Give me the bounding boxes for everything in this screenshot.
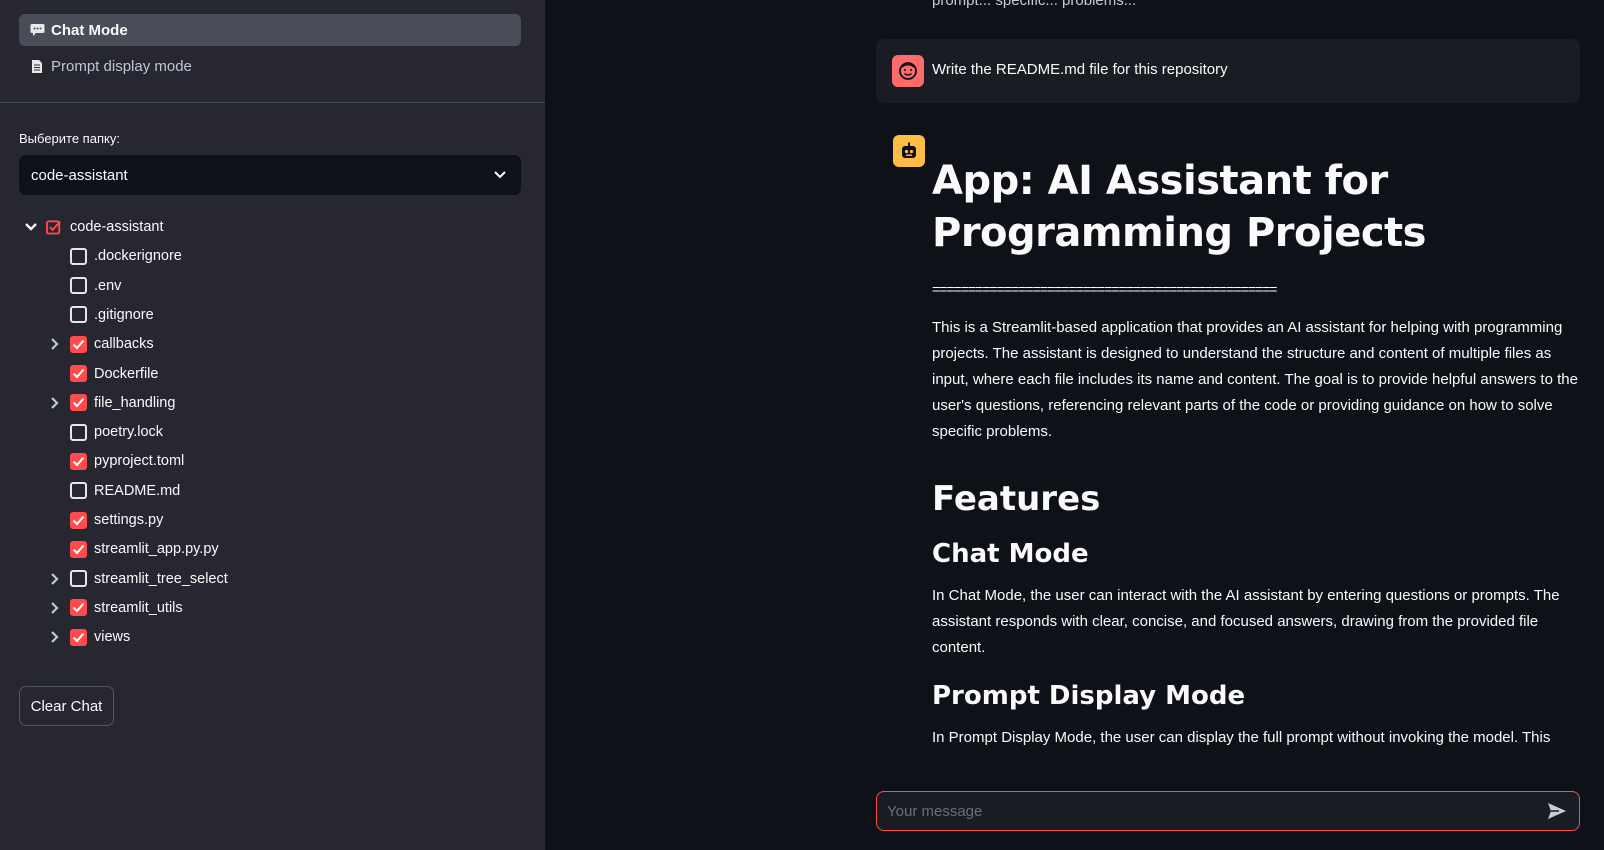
tree-item-checkbox[interactable] <box>70 306 87 324</box>
chevron-down-icon[interactable] <box>22 218 40 236</box>
tree-item-label: streamlit_utils <box>94 599 183 616</box>
nav-chat-mode[interactable]: Chat Mode <box>19 14 521 46</box>
readme-intro: This is a Streamlit-based application th… <box>932 319 1578 440</box>
folder-select[interactable]: code-assistant <box>19 155 521 195</box>
tree-item: README.md <box>46 476 180 506</box>
tree-item: .env <box>46 271 121 301</box>
tree-item: .gitignore <box>46 300 154 330</box>
tree-item-label: streamlit_tree_select <box>94 570 228 587</box>
tree-item-label: settings.py <box>94 512 164 528</box>
tree-item-checkbox[interactable] <box>70 394 87 412</box>
tree-item-checkbox[interactable] <box>70 482 87 500</box>
chevron-right-icon[interactable] <box>46 394 64 412</box>
tree-item-label: .env <box>94 277 122 294</box>
send-icon[interactable] <box>1545 799 1569 823</box>
tree-root: code-assistant <box>22 212 164 242</box>
assistant-message: App: AI Assistant for Programming Projec… <box>932 155 1582 751</box>
tree-item-checkbox[interactable] <box>70 335 87 353</box>
readme-rule: ========================================… <box>932 281 1277 297</box>
tree-item-checkbox[interactable] <box>70 511 87 529</box>
tree-item-label: file_handling <box>94 394 176 411</box>
robot-avatar-icon <box>893 135 925 167</box>
tree-root-checkbox[interactable] <box>46 219 63 236</box>
nav-label: Chat Mode <box>51 21 128 39</box>
tree-item-label: .dockerignore <box>94 248 182 265</box>
sidebar-divider <box>0 102 545 103</box>
chevron-right-icon[interactable] <box>46 570 64 588</box>
features-heading: Features <box>932 479 1101 519</box>
tree-item: callbacks <box>46 329 154 359</box>
previous-message-fragment: prompt... specific... problems... <box>932 0 1137 9</box>
tree-item-checkbox[interactable] <box>70 599 87 617</box>
tree-item: pyproject.toml <box>46 446 184 476</box>
prompt-mode-text: In Prompt Display Mode, the user can dis… <box>932 729 1551 746</box>
tree-item-checkbox[interactable] <box>70 247 87 265</box>
speech-bubble-icon <box>29 22 45 38</box>
chat-mode-heading: Chat Mode <box>932 539 1089 569</box>
tree-item-label: .gitignore <box>94 306 154 323</box>
chevron-right-icon[interactable] <box>46 599 64 617</box>
nav-prompt-display-mode[interactable]: Prompt display mode <box>19 50 521 82</box>
folder-select-label: Выберите папку: <box>19 131 120 146</box>
tree-item-label: views <box>94 629 131 646</box>
tree-item: poetry.lock <box>46 417 163 447</box>
tree-item: streamlit_utils <box>46 593 183 623</box>
tree-item-label: poetry.lock <box>94 424 164 441</box>
clear-chat-button[interactable]: Clear Chat <box>19 686 114 726</box>
chat-message-input[interactable] <box>887 802 1545 820</box>
tree-item-checkbox[interactable] <box>70 423 87 441</box>
chat-mode-text: In Chat Mode, the user can interact with… <box>932 587 1560 656</box>
prompt-mode-heading: Prompt Display Mode <box>932 681 1246 711</box>
folder-select-value: code-assistant <box>31 166 128 184</box>
tree-item: .dockerignore <box>46 241 182 271</box>
user-message-text: Write the README.md file for this reposi… <box>932 61 1228 78</box>
user-avatar-icon <box>892 55 924 87</box>
tree-item-label: callbacks <box>94 336 154 353</box>
chat-input-container <box>876 791 1580 831</box>
tree-item-label: streamlit_app.py.py <box>94 541 219 558</box>
tree-item-checkbox[interactable] <box>70 365 87 382</box>
tree-item-checkbox[interactable] <box>70 570 87 588</box>
sidebar: Chat Mode Prompt display mode Выберите п… <box>0 0 545 850</box>
chevron-right-icon[interactable] <box>46 335 64 353</box>
nav-label: Prompt display mode <box>51 57 192 75</box>
user-message: Write the README.md file for this reposi… <box>876 39 1580 103</box>
chevron-right-icon[interactable] <box>46 628 64 646</box>
document-icon <box>29 58 45 74</box>
tree-item-label: README.md <box>94 482 181 499</box>
tree-item: streamlit_app.py.py <box>46 534 219 564</box>
tree-item: streamlit_tree_select <box>46 564 228 594</box>
tree-item-checkbox[interactable] <box>70 540 87 558</box>
tree-item: Dockerfile <box>46 359 158 389</box>
chevron-down-icon <box>493 167 507 184</box>
tree-item-label: pyproject.toml <box>94 453 185 470</box>
tree-item: views <box>46 622 130 652</box>
tree-item-label: Dockerfile <box>94 365 159 382</box>
readme-title: App: AI Assistant for Programming Projec… <box>932 158 1426 256</box>
tree-item-checkbox[interactable] <box>70 277 87 295</box>
tree-item-checkbox[interactable] <box>70 628 87 646</box>
tree-item-checkbox[interactable] <box>70 452 87 470</box>
tree-item: file_handling <box>46 388 175 418</box>
tree-root-label: code-assistant <box>70 219 164 235</box>
tree-item: settings.py <box>46 505 163 535</box>
